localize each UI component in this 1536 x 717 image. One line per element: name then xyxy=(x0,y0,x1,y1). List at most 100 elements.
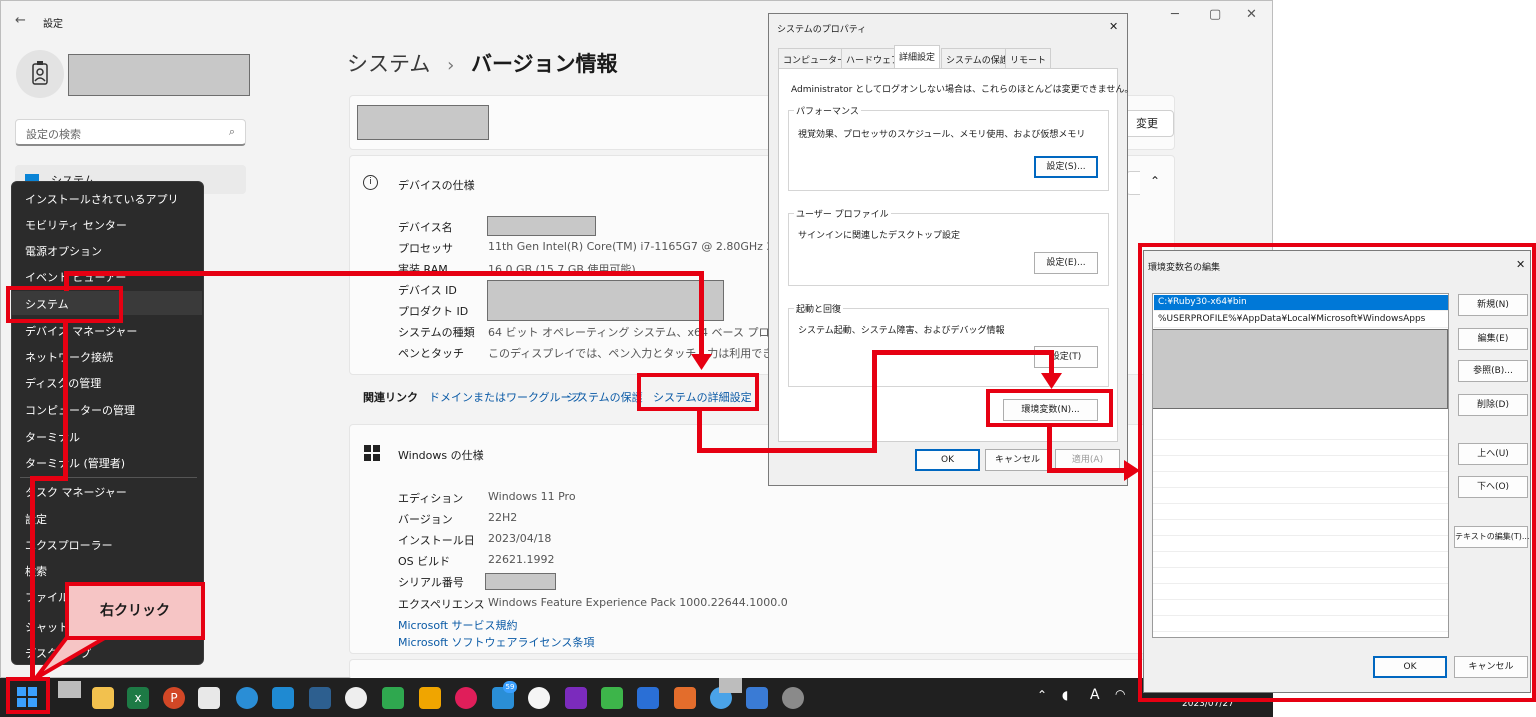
delete-button[interactable]: 削除(D) xyxy=(1458,394,1528,416)
menu-item-disk-management[interactable]: ディスクの管理 xyxy=(25,375,101,391)
breadcrumb: システム › バージョン情報 xyxy=(347,48,618,78)
spec-label: 実装 RAM xyxy=(398,263,448,276)
edit-text-button[interactable]: テキストの編集(T)... xyxy=(1454,526,1530,548)
close-icon[interactable]: ✕ xyxy=(1109,20,1118,33)
app-icon[interactable] xyxy=(309,687,331,709)
list-item-selected[interactable]: C:¥Ruby30-x64¥bin xyxy=(1154,295,1448,311)
link-domain-workgroup[interactable]: ドメインまたはワークグループ xyxy=(429,389,582,405)
list-item[interactable]: %USERPROFILE%¥AppData¥Local¥Microsoft¥Wi… xyxy=(1154,312,1448,328)
arrow-right-icon xyxy=(1124,460,1140,481)
environment-variables-button[interactable]: 環境変数(N)... xyxy=(1003,399,1098,421)
docker-icon[interactable] xyxy=(236,687,258,709)
close-icon[interactable]: ✕ xyxy=(1246,7,1257,22)
spec-label: エクスペリエンス xyxy=(398,598,485,611)
link-license-terms[interactable]: Microsoft ソフトウェアライセンス条項 xyxy=(398,634,594,650)
copy-button-partial[interactable] xyxy=(1126,171,1140,195)
related-links-label: 関連リンク xyxy=(363,391,418,404)
breadcrumb-parent[interactable]: システム xyxy=(347,52,430,76)
chat-icon[interactable] xyxy=(382,687,404,709)
chevron-up-icon[interactable]: ⌃ xyxy=(1150,174,1160,188)
excel-icon[interactable]: x xyxy=(127,687,149,709)
wifi-icon[interactable]: ◠ xyxy=(1115,687,1125,701)
folder-icon[interactable] xyxy=(92,687,114,709)
menu-item-mobility-center[interactable]: モビリティ センター xyxy=(25,217,127,233)
path-list[interactable]: C:¥Ruby30-x64¥bin %USERPROFILE%¥AppData¥… xyxy=(1152,293,1449,638)
menu-item-terminal-admin[interactable]: ターミナル (管理者) xyxy=(25,455,125,471)
menu-item-explorer[interactable]: エクスプローラー xyxy=(25,537,113,553)
tab-remote[interactable]: リモート xyxy=(1005,48,1052,69)
app-icon[interactable] xyxy=(601,687,623,709)
spec-value: 22621.1992 xyxy=(488,553,555,566)
callout-pointer xyxy=(34,636,110,680)
cancel-button[interactable]: キャンセル xyxy=(985,449,1050,471)
apply-button: 適用(A) xyxy=(1055,449,1120,471)
search-placeholder: 設定の検索 xyxy=(26,128,81,141)
move-down-button[interactable]: 下へ(O) xyxy=(1458,476,1528,498)
spec-value: Windows 11 Pro xyxy=(488,490,576,503)
app-icon[interactable] xyxy=(528,687,550,709)
menu-item-search[interactable]: 検索 xyxy=(25,563,47,579)
start-icon[interactable] xyxy=(17,687,37,707)
avatar[interactable] xyxy=(16,50,64,98)
calendar-icon[interactable] xyxy=(637,687,659,709)
menu-item-system[interactable]: システム xyxy=(12,291,202,315)
serial-number-redacted xyxy=(485,573,556,590)
performance-settings-button[interactable]: 設定(S)... xyxy=(1034,156,1098,178)
windows-logo-icon xyxy=(364,445,380,461)
spec-label: プロダクト ID xyxy=(398,305,469,318)
ime-icon[interactable]: A xyxy=(1090,687,1100,703)
tab-system-protection[interactable]: システムの保護 xyxy=(941,48,1014,69)
menu-item-settings[interactable]: 設定 xyxy=(25,511,47,527)
link-service-agreement[interactable]: Microsoft サービス規約 xyxy=(398,617,518,633)
cancel-button[interactable]: キャンセル xyxy=(1454,656,1528,678)
minimize-icon[interactable]: ─ xyxy=(1171,7,1179,22)
app-icon[interactable] xyxy=(746,687,768,709)
menu-item-terminal[interactable]: ターミナル xyxy=(25,429,80,445)
spec-value: 11th Gen Intel(R) Core(TM) i7-1165G7 @ 2… xyxy=(488,240,791,253)
tab-panel: Administrator としてログオンしない場合は、これらのほとんどは変更で… xyxy=(778,68,1133,442)
link-advanced-system-settings[interactable]: システムの詳細設定 xyxy=(653,389,752,405)
menu-item-device-manager[interactable]: デバイス マネージャー xyxy=(25,323,137,339)
startup-settings-button[interactable]: 設定(T) xyxy=(1034,346,1098,368)
volume-mute-icon[interactable]: ◖ xyxy=(1062,688,1068,702)
vscode-icon[interactable] xyxy=(272,687,294,709)
menu-item-event-viewer[interactable]: イベント ビューアー xyxy=(25,269,126,285)
link-system-protection[interactable]: システムの保護 xyxy=(566,389,643,405)
group-title: パフォーマンス xyxy=(794,104,861,117)
user-profile-settings-button[interactable]: 設定(E)... xyxy=(1034,252,1098,274)
menu-item-task-manager[interactable]: タスク マネージャー xyxy=(25,484,127,500)
taskbar-date[interactable]: 2023/07/27 xyxy=(1182,699,1234,709)
ok-button[interactable]: OK xyxy=(915,449,980,471)
move-up-button[interactable]: 上へ(U) xyxy=(1458,443,1528,465)
menu-item-power-options[interactable]: 電源オプション xyxy=(25,243,102,259)
system-properties-dialog: システムのプロパティ ✕ コンピューター名 ハードウェア 詳細設定 システムの保… xyxy=(768,13,1133,486)
new-button[interactable]: 新規(N) xyxy=(1458,294,1528,316)
meet-icon[interactable] xyxy=(419,687,441,709)
app-icon[interactable] xyxy=(345,687,367,709)
app-icon[interactable] xyxy=(565,687,587,709)
rename-button[interactable]: 変更 xyxy=(1120,110,1174,137)
powerpoint-icon[interactable]: P xyxy=(163,687,185,709)
tab-advanced[interactable]: 詳細設定 xyxy=(894,45,941,69)
redacted-app-icon[interactable] xyxy=(58,681,81,698)
menu-item-installed-apps[interactable]: インストールされているアプリ xyxy=(25,191,178,207)
browse-button[interactable]: 参照(B)... xyxy=(1458,360,1528,382)
search-input[interactable]: 設定の検索 ⌕ xyxy=(15,119,246,146)
close-icon[interactable]: ✕ xyxy=(1516,258,1525,271)
callout-text: 右クリック xyxy=(100,603,170,619)
menu-item-network-connections[interactable]: ネットワーク接続 xyxy=(25,349,113,365)
redacted-app-icon xyxy=(719,678,742,693)
chevron-up-icon[interactable]: ⌃ xyxy=(1037,688,1047,702)
app-icon[interactable] xyxy=(674,687,696,709)
ok-button[interactable]: OK xyxy=(1373,656,1447,678)
spec-value: 22H2 xyxy=(488,511,518,524)
right-click-callout: 右クリック xyxy=(65,582,205,640)
edit-button[interactable]: 編集(E) xyxy=(1458,328,1528,350)
app-icon[interactable] xyxy=(198,687,220,709)
maximize-icon[interactable]: ▢ xyxy=(1209,7,1221,22)
device-name-redacted xyxy=(357,105,489,140)
menu-item-computer-management[interactable]: コンピューターの管理 xyxy=(25,402,135,418)
slack-icon[interactable] xyxy=(455,687,477,709)
gear-icon[interactable] xyxy=(782,687,804,709)
back-icon[interactable]: ← xyxy=(15,13,26,28)
